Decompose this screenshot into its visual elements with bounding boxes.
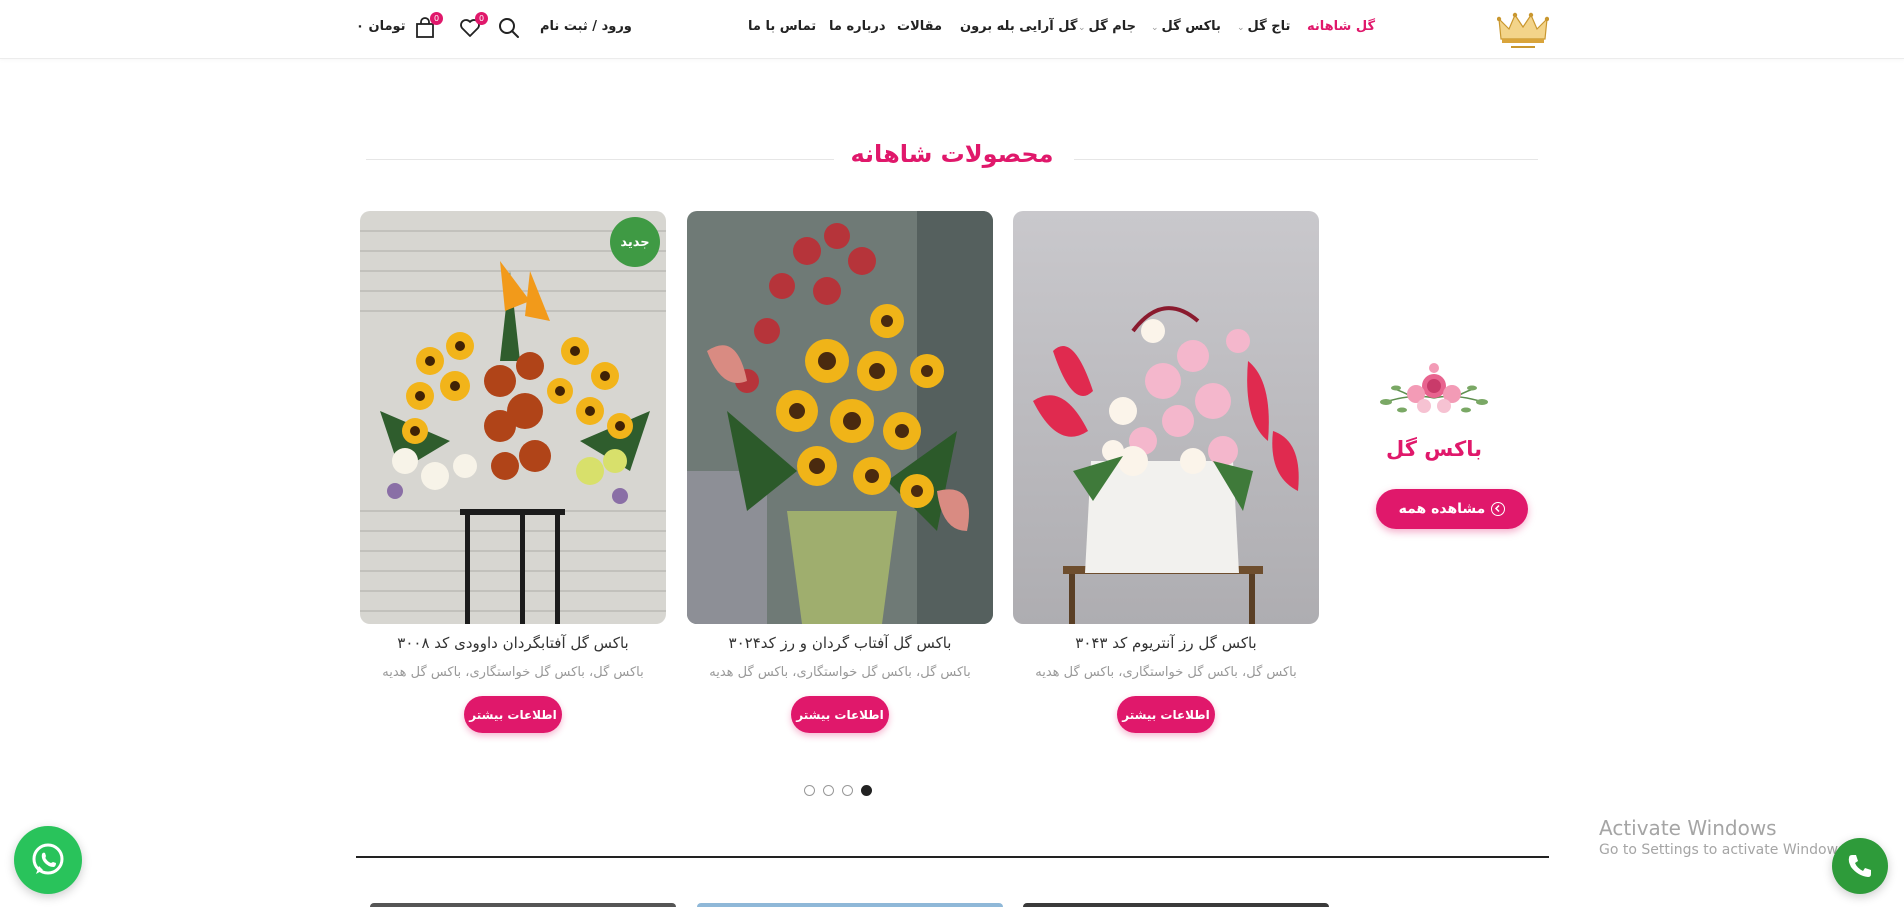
product-image[interactable]	[687, 211, 993, 624]
chevron-down-icon: ⌄	[1237, 23, 1245, 33]
product-categories[interactable]: باکس گل، باکس گل خواستگاری، باکس گل هدیه	[687, 665, 993, 680]
watermark-line-1: Activate Windows	[1599, 816, 1777, 840]
promo-title: باکس گل	[1386, 437, 1482, 461]
site-header: گل شاهانه ⌄ تاج گل ⌄ باکس گل ⌄ جام گل گل آر…	[0, 0, 1904, 59]
chevron-down-icon: ⌄	[1078, 23, 1086, 33]
nav-item-gol-shahane[interactable]: گل شاهانه	[1307, 19, 1375, 34]
next-section-image-peek	[697, 903, 1003, 907]
nav-item-box-gol[interactable]: ⌄ باکس گل	[1151, 19, 1221, 34]
nav-item-contact[interactable]: تماس با ما	[748, 19, 816, 34]
product-name[interactable]: باکس گل آفتابگردان داوودی کد ۳۰۰۸	[360, 634, 666, 652]
view-all-label: مشاهده همه	[1398, 501, 1486, 517]
search-button[interactable]	[497, 16, 521, 40]
search-icon	[499, 18, 519, 38]
nav-item-label: جام گل	[1088, 19, 1137, 34]
whatsapp-button[interactable]	[14, 826, 82, 894]
arrow-circle-icon	[1491, 502, 1506, 516]
carousel-dot[interactable]	[823, 785, 834, 796]
more-info-button[interactable]: اطلاعات بیشتر	[791, 696, 889, 733]
category-promo: باکس گل مشاهده همه	[1364, 350, 1534, 540]
login-register-link[interactable]: ورود / ثبت نام	[540, 19, 632, 34]
windows-activation-watermark: Activate Windows Go to Settings to activ…	[1599, 816, 1850, 858]
more-info-button[interactable]: اطلاعات بیشتر	[1117, 696, 1215, 733]
product-name[interactable]: باکس گل آفتاب گردان و رز کد۳۰۲۴	[687, 634, 993, 652]
phone-icon	[1848, 855, 1871, 877]
product-categories[interactable]: باکس گل، باکس گل خواستگاری، باکس گل هدیه	[1013, 665, 1319, 680]
carousel-pagination	[804, 785, 872, 797]
next-section-image-peek	[1023, 903, 1329, 907]
new-badge: جدید	[610, 217, 660, 267]
logo-crown-icon[interactable]	[1497, 9, 1549, 51]
cart-button[interactable]: 0	[413, 12, 443, 40]
cart-count-badge: 0	[430, 12, 443, 25]
nav-item-jam-gol[interactable]: ⌄ جام گل	[1078, 19, 1136, 34]
product-name[interactable]: باکس گل رز آنتریوم کد ۳۰۴۳	[1013, 634, 1319, 652]
section-heading: محصولات شاهانه	[366, 140, 1538, 176]
view-all-button[interactable]: مشاهده همه	[1376, 489, 1528, 529]
nav-item-articles[interactable]: مقالات	[897, 19, 942, 34]
product-categories[interactable]: باکس گل، باکس گل خواستگاری، باکس گل هدیه	[360, 665, 666, 680]
wishlist-count-badge: 0	[475, 12, 488, 25]
product-image[interactable]	[360, 211, 666, 624]
whatsapp-icon	[32, 843, 64, 875]
watermark-line-2: Go to Settings to activate Windows.	[1599, 842, 1850, 858]
chevron-down-icon: ⌄	[1151, 23, 1159, 33]
wishlist-button[interactable]: 0	[458, 12, 488, 40]
call-button[interactable]	[1832, 838, 1888, 894]
cart-total[interactable]: ۰ تومان	[356, 19, 406, 34]
section-divider	[356, 856, 1549, 858]
next-section-image-peek	[370, 903, 676, 907]
nav-item-bale-boroon[interactable]: گل آرایی بله برون	[960, 19, 1077, 34]
carousel-dot[interactable]	[804, 785, 815, 796]
flower-bouquet-icon	[1380, 363, 1488, 413]
carousel-dot[interactable]	[842, 785, 853, 796]
more-info-button[interactable]: اطلاعات بیشتر	[464, 696, 562, 733]
nav-item-label: تاج گل	[1247, 19, 1291, 34]
carousel-dot-active[interactable]	[861, 785, 872, 796]
section-title: محصولات شاهانه	[850, 140, 1054, 168]
product-image[interactable]	[1013, 211, 1319, 624]
product-card[interactable]: جدید باکس گل آفتابگردان داوودی کد ۳۰۰۸ ب…	[360, 211, 666, 736]
nav-item-taj-gol[interactable]: ⌄ تاج گل	[1237, 19, 1290, 34]
product-card[interactable]: باکس گل رز آنتریوم کد ۳۰۴۳ باکس گل، باکس…	[1013, 211, 1319, 736]
nav-item-label: باکس گل	[1161, 19, 1221, 34]
product-card[interactable]: باکس گل آفتاب گردان و رز کد۳۰۲۴ باکس گل،…	[687, 211, 993, 736]
nav-item-about[interactable]: درباره ما	[829, 19, 886, 34]
